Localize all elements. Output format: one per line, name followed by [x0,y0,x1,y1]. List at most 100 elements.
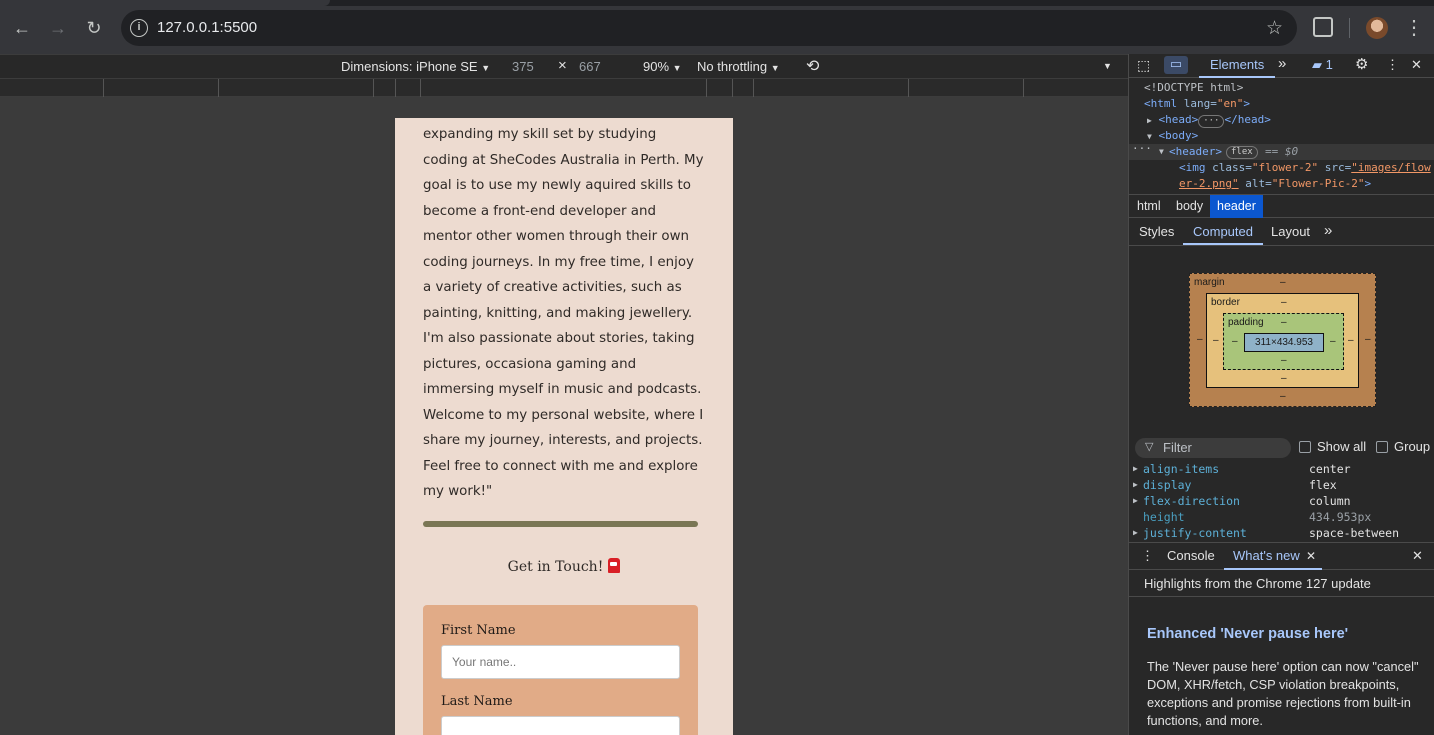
padding-right-value: – [1330,336,1336,347]
drawer-menu-icon[interactable]: ⋮ [1141,548,1154,564]
close-tab-icon[interactable]: ✕ [1306,549,1316,563]
expand-triangle-icon[interactable]: ▶ [1147,116,1152,125]
extensions-icon[interactable] [1313,17,1333,37]
active-tab[interactable] [0,0,330,6]
settings-gear-icon[interactable]: ⚙ [1355,55,1368,73]
inspect-element-icon[interactable]: ⬚ [1137,57,1150,74]
dom-head-node[interactable]: ▶ <head> ··· </head> [1147,112,1271,129]
browser-menu-icon[interactable]: ⋮ [1404,14,1424,42]
close-drawer-icon[interactable]: ✕ [1412,548,1423,564]
media-query-bar[interactable] [0,78,1128,97]
html-close-bracket: > [1243,97,1250,110]
dom-html-node[interactable]: <html lang="en"> [1144,96,1250,112]
breadcrumb-body[interactable]: body [1176,199,1203,213]
expand-triangle-icon[interactable]: ▶ [1133,493,1138,509]
show-all-checkbox[interactable] [1299,441,1311,453]
expand-triangle-icon[interactable]: ▶ [1133,461,1138,477]
reload-icon[interactable]: ↻ [80,14,108,42]
margin-right-value: – [1365,334,1371,345]
dom-tree[interactable]: <!DOCTYPE html> <html lang="en"> ▶ <head… [1129,79,1434,191]
profile-avatar[interactable] [1366,17,1388,39]
dom-img-node-cont[interactable]: er-2.png" alt="Flower-Pic-2"> [1179,176,1371,192]
tab-layout[interactable]: Layout [1271,224,1310,239]
dom-header-node-selected[interactable]: ··· ▼ <header> flex == $0 [1129,142,1434,160]
zoom-label: 90% [643,59,670,74]
collapse-triangle-icon[interactable]: ▼ [1147,132,1152,141]
site-info-icon[interactable]: i [130,19,148,37]
contact-form: First Name Last Name [423,605,698,735]
box-model-diagram[interactable]: margin – – – – border – – – – padding – … [1189,273,1376,407]
computed-row[interactable]: ▶ display flex [1129,477,1434,493]
device-toggle-icon[interactable]: ▭ [1164,56,1188,74]
computed-properties-list: ▶ align-items center ▶ display flex ▶ flex-di… [1129,461,1434,541]
toolbar-separator [1349,18,1350,38]
flex-badge[interactable]: flex [1226,146,1258,159]
margin-label: margin [1194,277,1225,288]
back-arrow-icon[interactable]: ← [8,14,36,42]
computed-row[interactable]: height 434.953px [1129,509,1434,525]
group-checkbox[interactable] [1376,441,1388,453]
last-name-label: Last Name [441,694,513,709]
dom-img-node[interactable]: <img class="flower-2" src="images/flow [1179,160,1431,176]
tab-computed[interactable]: Computed [1193,224,1253,239]
more-subtabs-icon[interactable]: » [1324,222,1332,239]
breadcrumb-html[interactable]: html [1137,199,1161,213]
computed-row[interactable]: ▶ align-items center [1129,461,1434,477]
chevron-down-icon: ▼ [481,63,491,73]
padding-label: padding [1228,317,1264,328]
throttling-label: No throttling [697,59,768,74]
computed-tab-indicator [1183,243,1263,245]
address-bar[interactable]: i 127.0.0.1:5500 ☆ [121,10,1297,46]
breadcrumb: html body header [1129,194,1434,218]
tab-styles[interactable]: Styles [1139,224,1174,239]
first-name-input[interactable] [441,645,680,679]
dimensions-select[interactable]: Dimensions: iPhone SE ▼ [341,59,490,74]
collapse-triangle-icon[interactable]: ▼ [1159,144,1164,160]
tab-whats-new[interactable]: What's new [1233,548,1300,563]
feature-title-link[interactable]: Enhanced 'Never pause here' [1147,626,1348,642]
content-box[interactable]: 311×434.953 [1244,333,1324,352]
dom-body-node[interactable]: ▼ <body> [1147,128,1198,145]
computed-row[interactable]: ▶ justify-content space-between [1129,525,1434,541]
prop-name: display [1143,478,1192,492]
dom-doctype[interactable]: <!DOCTYPE html> [1144,80,1243,96]
src-link[interactable]: "images/flow [1351,161,1430,174]
phone-screen: expanding my skill set by studying codin… [395,118,733,735]
more-options-icon[interactable]: ▼ [1103,61,1112,71]
tab-elements[interactable]: Elements [1210,57,1264,72]
row-dots: ··· [1132,142,1152,155]
breadcrumb-header[interactable]: header [1210,195,1263,218]
whats-new-indicator [1224,568,1322,570]
src-link-cont[interactable]: er-2.png" [1179,177,1239,190]
more-tabs-icon[interactable]: » [1278,55,1286,72]
border-box[interactable]: border – – – – padding – – – – 311×434.9… [1206,293,1359,388]
expand-triangle-icon[interactable]: ▶ [1133,477,1138,493]
prop-name: align-items [1143,462,1220,476]
class-value: "flower-2" [1251,161,1319,174]
url-text[interactable]: 127.0.0.1:5500 [157,19,257,36]
throttling-select[interactable]: No throttling ▼ [697,59,780,74]
computed-filter-input[interactable]: Filter [1135,438,1291,458]
prop-name: flex-direction [1143,494,1240,508]
prop-value: flex [1309,478,1337,492]
zoom-select[interactable]: 90% ▼ [643,59,682,74]
drawer-tabbar: ⋮ Console What's new ✕ ✕ [1129,542,1434,570]
tab-console[interactable]: Console [1167,548,1215,563]
prop-value: 434.953px [1309,510,1372,524]
devtools-menu-icon[interactable]: ⋮ [1386,57,1399,73]
computed-row[interactable]: ▶ flex-direction column [1129,493,1434,509]
active-tab-indicator [1199,76,1275,78]
rotate-icon[interactable]: ⟲ [806,56,819,76]
whats-new-heading: Highlights from the Chrome 127 update [1144,576,1371,591]
bookmark-star-icon[interactable]: ☆ [1266,17,1283,40]
close-devtools-icon[interactable]: ✕ [1411,57,1422,73]
head-ellipsis[interactable]: ··· [1198,115,1225,128]
issues-badge[interactable]: ▰ 1 [1312,57,1333,73]
height-input[interactable]: 667 [579,59,601,74]
padding-box[interactable]: padding – – – – 311×434.953 [1223,313,1344,370]
forward-arrow-icon[interactable]: → [44,14,72,42]
width-input[interactable]: 375 [512,59,534,74]
last-name-input[interactable] [441,716,680,735]
prop-name: justify-content [1143,526,1247,540]
expand-triangle-icon[interactable]: ▶ [1133,525,1138,541]
